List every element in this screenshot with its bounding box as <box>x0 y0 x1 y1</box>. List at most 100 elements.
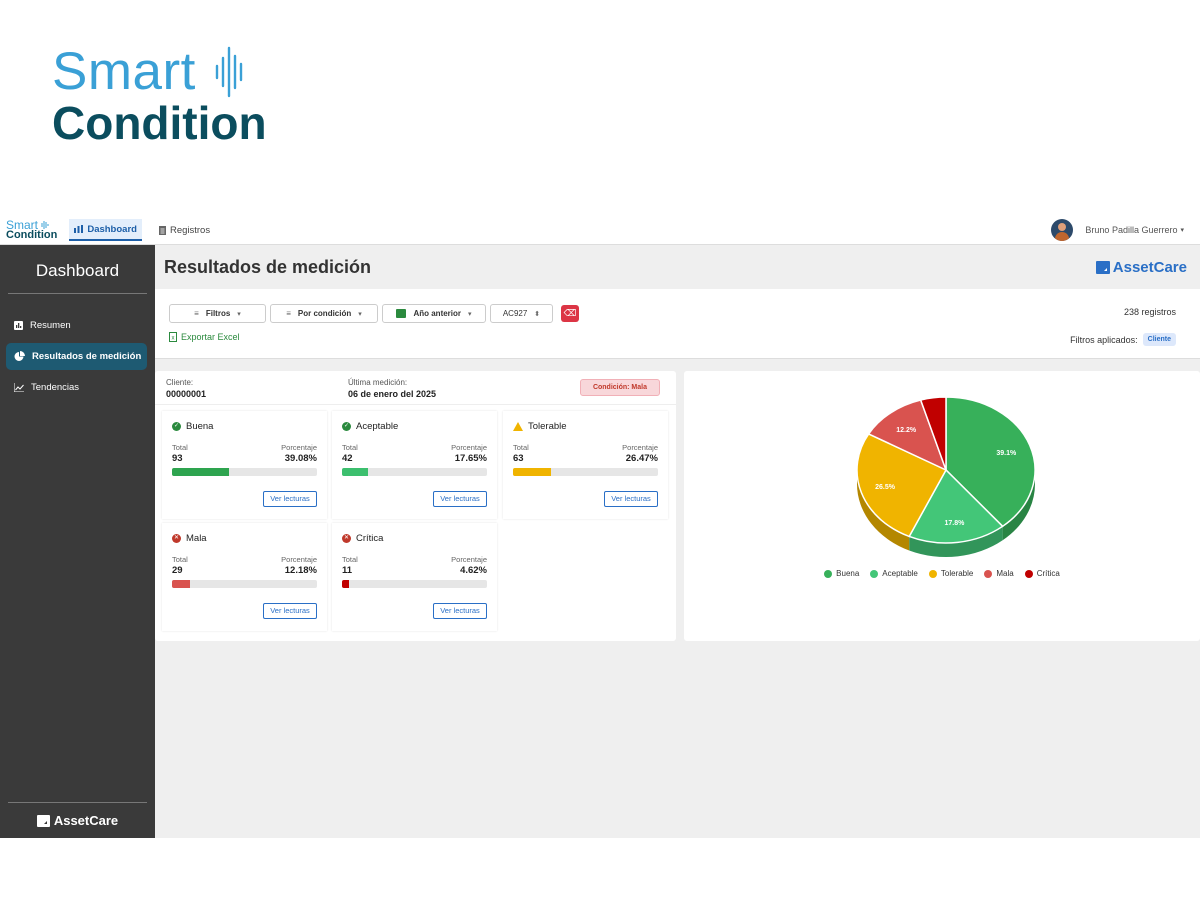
sidebar-item-resultados[interactable]: Resultados de medición <box>6 343 147 370</box>
progress-fill <box>513 468 552 476</box>
eraser-icon: ⌫ <box>563 308 577 318</box>
clear-filters-button[interactable]: ⌫ <box>561 305 579 322</box>
x-circle-icon: ✕ <box>342 534 351 543</box>
bar-chart-icon <box>74 225 84 233</box>
progress-fill <box>172 580 190 588</box>
cliente-label: Cliente: <box>166 378 194 387</box>
percent-value: 39.08% <box>284 453 317 464</box>
records-count: 238 registros <box>1123 307 1176 317</box>
pie-data-label: 12.2% <box>896 427 917 434</box>
sidebar-item-resumen[interactable]: Resumen <box>6 312 147 339</box>
hero-logo: Smart Condition <box>52 42 267 149</box>
periodo-dropdown[interactable]: Año anterior ▾ <box>382 304 486 323</box>
total-label: Total <box>342 555 358 564</box>
card-title: Mala <box>186 533 207 544</box>
calendar-icon <box>396 309 407 318</box>
assetcare-logo-icon <box>36 814 50 827</box>
legend-item[interactable]: Buena <box>824 569 859 578</box>
filtros-dropdown[interactable]: ≡ Filtros ▾ <box>169 304 266 323</box>
chart-box-icon <box>14 321 23 330</box>
excel-file-icon: x <box>169 332 177 342</box>
total-label: Total <box>513 443 529 452</box>
filter-chip[interactable]: Cliente <box>1142 333 1176 346</box>
legend-item[interactable]: Mala <box>984 569 1014 578</box>
page-header: Resultados de medición AssetCare <box>155 245 1200 289</box>
sidebar-item-tendencias[interactable]: Tendencias <box>6 374 147 401</box>
user-menu[interactable]: Bruno Padilla Guerrero ▾ <box>1051 219 1184 241</box>
tab-dashboard[interactable]: Dashboard <box>69 219 142 241</box>
ver-lecturas-button[interactable]: Ver lecturas <box>263 603 317 619</box>
progress-bar <box>342 468 487 476</box>
legend-item[interactable]: Crítica <box>1024 569 1060 578</box>
export-excel-link[interactable]: x Exportar Excel <box>169 332 240 342</box>
pie-data-label: 26.5% <box>875 484 896 491</box>
legend-label: Crítica <box>1036 569 1060 578</box>
periodo-label: Año anterior <box>413 309 462 318</box>
ver-lecturas-button[interactable]: Ver lecturas <box>263 491 317 507</box>
percent-value: 17.65% <box>454 453 487 464</box>
total-value: 63 <box>513 453 524 464</box>
tab-registros-label: Registros <box>169 224 211 236</box>
page-title: Resultados de medición <box>164 256 372 277</box>
card-title: Tolerable <box>528 421 567 432</box>
warning-icon <box>513 422 523 431</box>
condicion-dropdown[interactable]: ≡ Por condición ▾ <box>270 304 378 323</box>
svg-text:x: x <box>172 336 175 342</box>
x-circle-icon: ✕ <box>172 534 181 543</box>
pie-chart: 39.1% 17.8% 26.5% 12.2% <box>856 396 1036 557</box>
filter-icon: ≡ <box>194 309 199 318</box>
app-window: Smart Condition Dashboard Registros Brun… <box>0 216 1200 838</box>
filter-icon: ≡ <box>286 309 291 318</box>
hero-logo-condition: Condition <box>52 97 267 149</box>
check-circle-icon: ✓ <box>342 422 351 431</box>
avatar[interactable] <box>1051 219 1074 241</box>
pie-data-label: 39.1% <box>996 450 1017 457</box>
condicion-label: Por condición <box>297 309 352 318</box>
ver-lecturas-button[interactable]: Ver lecturas <box>433 603 487 619</box>
applied-filters: Filtros aplicados: Cliente <box>1070 333 1176 346</box>
legend-label: Tolerable <box>940 569 974 578</box>
tab-registros[interactable]: Registros <box>154 219 215 241</box>
export-excel-label: Exportar Excel <box>181 332 240 342</box>
ver-lecturas-button[interactable]: Ver lecturas <box>433 491 487 507</box>
hero-logo-smart: Smart <box>52 42 196 101</box>
sidebar-item-label: Tendencias <box>31 382 80 393</box>
filter-bar: ≡ Filtros ▾ ≡ Por condición ▾ Año anteri… <box>155 289 1200 359</box>
results-panel: Cliente: 00000001 Última medición: 06 de… <box>155 371 676 641</box>
legend-swatch <box>984 569 993 578</box>
chart-legend: Buena Aceptable Tolerable Mala Crítica <box>684 569 1200 578</box>
equipo-select[interactable]: AC927 ⬍ <box>490 304 553 323</box>
sidebar-title: Dashboard <box>8 245 147 294</box>
caret-down-icon: ▾ <box>468 310 472 318</box>
check-circle-icon: ✓ <box>172 422 181 431</box>
total-label: Total <box>172 443 188 452</box>
sidebar-item-label: Resultados de medición <box>32 351 142 362</box>
percent-value: 12.18% <box>284 565 317 576</box>
legend-swatch <box>824 569 833 578</box>
legend-label: Mala <box>996 569 1014 578</box>
equipo-label: AC927 <box>502 309 528 318</box>
ver-lecturas-button[interactable]: Ver lecturas <box>604 491 658 507</box>
total-value: 11 <box>342 565 353 576</box>
document-icon <box>158 225 166 235</box>
percent-value: 26.47% <box>625 453 658 464</box>
total-label: Total <box>342 443 358 452</box>
chevron-down-icon: ▾ <box>1180 227 1184 234</box>
medicion-label: Última medición: <box>348 378 408 387</box>
percent-value: 4.62% <box>460 565 487 576</box>
legend-item[interactable]: Tolerable <box>928 569 974 578</box>
caret-down-icon: ▾ <box>358 310 362 318</box>
condition-card-tolerable: Tolerable Total Porcentaje 63 26.47% Ver… <box>503 411 668 519</box>
tab-dashboard-label: Dashboard <box>87 223 137 235</box>
app-logo[interactable]: Smart Condition <box>6 219 57 241</box>
total-value: 42 <box>342 453 353 464</box>
card-title: Crítica <box>356 533 384 544</box>
legend-item[interactable]: Aceptable <box>870 569 918 578</box>
main-content: Resultados de medición AssetCare ≡ Filtr… <box>155 245 1200 641</box>
total-value: 29 <box>172 565 183 576</box>
card-title: Aceptable <box>356 421 399 432</box>
percent-label: Porcentaje <box>451 555 487 564</box>
sidebar-footer-brand: AssetCare <box>8 802 147 838</box>
status-badge: Condición: Mala <box>579 379 660 396</box>
legend-label: Buena <box>836 569 860 578</box>
